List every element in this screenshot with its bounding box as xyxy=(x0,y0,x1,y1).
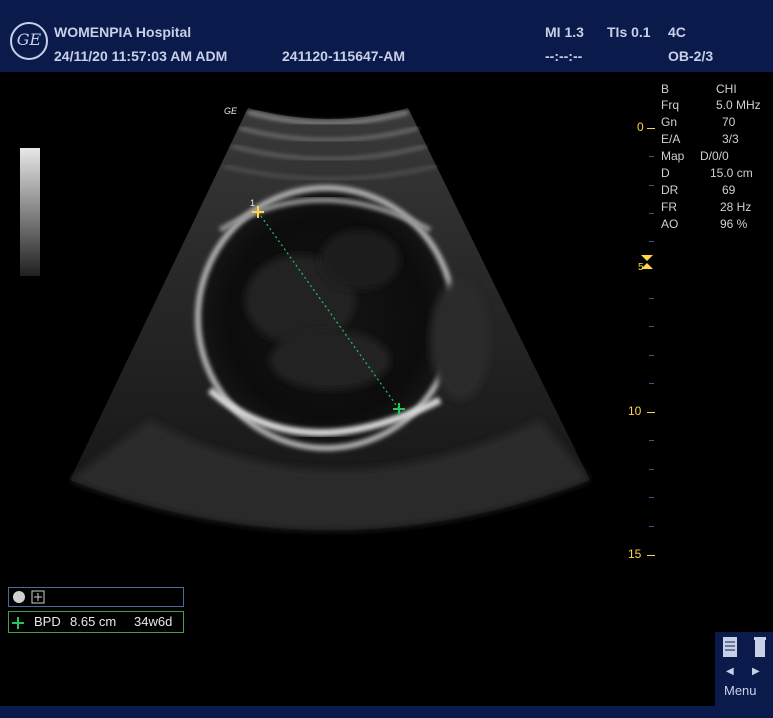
param-value-map: D/0/0 xyxy=(700,149,729,163)
param-value-ao: 96 % xyxy=(720,217,748,231)
param-value-frq: 5.0 MHz xyxy=(716,98,761,112)
param-value-gn: 70 xyxy=(722,115,736,129)
param-label-frq: Frq xyxy=(661,98,679,112)
param-label-b: B xyxy=(661,82,670,96)
param-label-dr: DR xyxy=(661,183,679,197)
param-label-gn: Gn xyxy=(661,115,678,129)
prev-arrow-icon[interactable]: ◀ xyxy=(726,666,734,677)
focus-marker-icon[interactable] xyxy=(640,254,654,270)
next-arrow-icon[interactable]: ▶ xyxy=(752,666,760,677)
depth-tick xyxy=(647,555,655,556)
document-icon[interactable] xyxy=(722,636,738,658)
caliper-tool-icon[interactable] xyxy=(31,590,45,604)
depth-tick xyxy=(647,412,655,413)
depth-label-15: 15 xyxy=(628,547,642,561)
depth-label-0: 0 xyxy=(637,120,644,134)
param-label-fr: FR xyxy=(661,200,677,214)
param-label-ao: AO xyxy=(661,217,679,231)
grayscale-bar xyxy=(20,148,40,276)
record-dot-icon[interactable] xyxy=(13,591,25,603)
param-label-map: Map xyxy=(661,149,685,163)
bottom-status-bar xyxy=(0,706,773,718)
measurement-value: 8.65 cm xyxy=(70,614,117,629)
depth-tick xyxy=(647,128,655,129)
measurement-label: BPD xyxy=(34,614,61,629)
param-value-b: CHI xyxy=(716,82,737,96)
param-value-dr: 69 xyxy=(722,183,736,197)
caliper-number: 1 xyxy=(250,198,256,208)
param-value-d: 15.0 cm xyxy=(710,166,753,180)
depth-label-10: 10 xyxy=(628,404,642,418)
menu-button[interactable]: Menu xyxy=(724,683,757,698)
param-label-ea: E/A xyxy=(661,132,681,146)
probe-orientation-mark: GE xyxy=(224,106,238,116)
trash-icon[interactable] xyxy=(752,636,768,658)
param-label-d: D xyxy=(661,166,670,180)
param-value-fr: 28 Hz xyxy=(720,200,752,214)
caliper-cross-icon xyxy=(12,617,24,629)
gestational-age: 34w6d xyxy=(134,614,173,629)
param-value-ea: 3/3 xyxy=(722,132,739,146)
